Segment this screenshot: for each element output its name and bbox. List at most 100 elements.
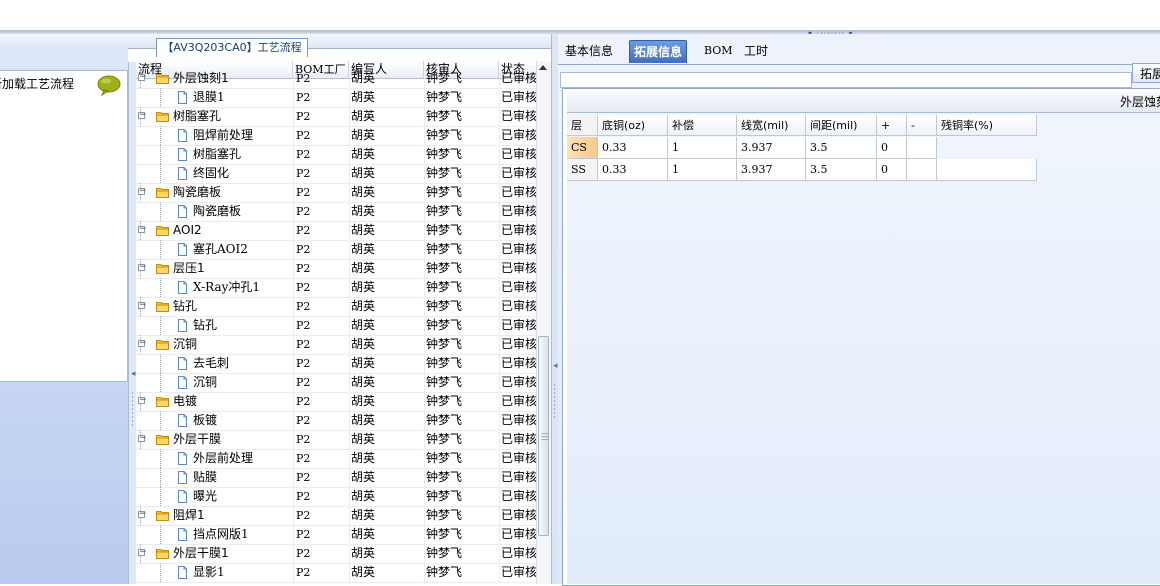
table-row[interactable]: 显影1 P2 胡英 钟梦飞 已审核 (136, 563, 537, 583)
tree-node-label[interactable]: 树脂塞孔 (173, 107, 221, 126)
cell-line-width[interactable]: 3.937 (737, 137, 806, 159)
tree-node-label[interactable]: 沉铜 (173, 335, 197, 354)
table-row[interactable]: 去毛刺 P2 胡英 钟梦飞 已审核 (136, 354, 537, 374)
table-row[interactable]: − 电镀 P2 胡英 钟梦飞 已审核 (136, 392, 537, 412)
table-row[interactable]: − AOI2 P2 胡英 钟梦飞 已审核 (136, 221, 537, 241)
collapse-toggle-icon[interactable]: − (138, 396, 147, 405)
column-header-plus[interactable]: + (877, 115, 907, 136)
table-row[interactable]: 挡点网版1 P2 胡英 钟梦飞 已审核 (136, 525, 537, 545)
table-row[interactable]: 终固化 P2 胡英 钟梦飞 已审核 (136, 164, 537, 184)
tree-node-label[interactable]: 终固化 (193, 164, 229, 183)
tree-node-label[interactable]: 外层前处理 (193, 449, 253, 468)
cell-line-width[interactable]: 3.937 (737, 159, 806, 181)
table-row[interactable]: − 外层干膜 P2 胡英 钟梦飞 已审核 (136, 430, 537, 450)
cell-minus[interactable] (907, 159, 937, 181)
scroll-thumb[interactable]: — — — (538, 336, 549, 536)
cell-minus[interactable] (907, 137, 937, 159)
tree-node-label[interactable]: X-Ray冲孔1 (193, 278, 260, 297)
cell-residual-copper[interactable] (937, 137, 1037, 159)
tree-node-label[interactable]: 陶瓷磨板 (173, 183, 221, 202)
cell-spacing[interactable]: 3.5 (806, 159, 877, 181)
table-row[interactable]: − 陶瓷磨板 P2 胡英 钟梦飞 已审核 (136, 183, 537, 203)
table-row[interactable]: − 沉铜 P2 胡英 钟梦飞 已审核 (136, 335, 537, 355)
tree-node-label[interactable]: 树脂塞孔 (193, 145, 241, 164)
tree-node-label[interactable]: 显影1 (193, 563, 225, 582)
tree-node-label[interactable]: 阻焊前处理 (193, 126, 253, 145)
cell-residual-copper[interactable] (937, 159, 1037, 181)
process-flow-tab[interactable]: 【AV3Q203CA0】工艺流程 (156, 38, 308, 57)
table-row[interactable]: 树脂塞孔 P2 胡英 钟梦飞 已审核 (136, 145, 537, 165)
tab-bom[interactable]: BOM (700, 40, 737, 62)
tree-node-label[interactable]: 外层干膜 (173, 430, 221, 449)
collapse-toggle-icon[interactable]: − (138, 225, 147, 234)
column-header-base-copper[interactable]: 底铜(oz) (598, 115, 668, 136)
table-row[interactable]: 沉铜 P2 胡英 钟梦飞 已审核 (136, 373, 537, 393)
tab-work-hours[interactable]: 工时 (740, 40, 772, 62)
table-row[interactable]: 陶瓷磨板 P2 胡英 钟梦飞 已审核 (136, 202, 537, 222)
tree-node-label[interactable]: 板镀 (193, 411, 217, 430)
reload-process-flow-link[interactable]: 新加载工艺流程 (0, 76, 100, 92)
collapse-toggle-icon[interactable]: − (138, 548, 147, 557)
tab-basic-info[interactable]: 基本信息 (561, 40, 617, 62)
tree-node-label[interactable]: 外层蚀刻1 (173, 69, 229, 88)
table-row[interactable]: − 外层干膜1 P2 胡英 钟梦飞 已审核 (136, 544, 537, 564)
table-row[interactable]: − 树脂塞孔 P2 胡英 钟梦飞 已审核 (136, 107, 537, 127)
column-header-line-width[interactable]: 线宽(mil) (737, 115, 806, 136)
table-row[interactable]: − 层压1 P2 胡英 钟梦飞 已审核 (136, 259, 537, 279)
cell-plus[interactable]: 0 (877, 159, 907, 181)
tree-node-label[interactable]: 退膜1 (193, 88, 225, 107)
column-header-compensation[interactable]: 补偿 (668, 115, 737, 136)
tree-node-label[interactable]: 阻焊1 (173, 506, 205, 525)
scroll-up-arrow-icon[interactable] (539, 65, 547, 70)
collapse-toggle-icon[interactable]: − (138, 301, 147, 310)
tree-node-label[interactable]: 电镀 (173, 392, 197, 411)
table-row[interactable]: X-Ray冲孔1 P2 胡英 钟梦飞 已审核 (136, 278, 537, 298)
table-row[interactable]: 外层前处理 P2 胡英 钟梦飞 已审核 (136, 449, 537, 469)
collapse-toggle-icon[interactable]: − (138, 263, 147, 272)
column-header-layer[interactable]: 层 (567, 115, 598, 136)
tree-node-label[interactable]: 外层干膜1 (173, 544, 229, 563)
table-row[interactable]: − 外层蚀刻1 P2 胡英 钟梦飞 已审核 (136, 69, 537, 89)
table-row[interactable]: 钻孔 P2 胡英 钟梦飞 已审核 (136, 316, 537, 336)
tree-node-label[interactable]: 陶瓷磨板 (193, 202, 241, 221)
table-row[interactable]: − 阻焊1 P2 胡英 钟梦飞 已审核 (136, 506, 537, 526)
column-header-residual-copper[interactable]: 残铜率(%) (937, 115, 1037, 136)
grid-vertical-scrollbar[interactable]: — — — (536, 61, 551, 584)
cell-spacing[interactable]: 3.5 (806, 137, 877, 159)
cell-base-copper[interactable]: 0.33 (598, 137, 668, 159)
column-header-spacing[interactable]: 间距(mil) (806, 115, 877, 136)
cell-base-copper[interactable]: 0.33 (598, 159, 668, 181)
cell-layer[interactable]: CS (567, 137, 598, 159)
collapse-toggle-icon[interactable]: − (138, 510, 147, 519)
tree-node-label[interactable]: 贴膜 (193, 468, 217, 487)
table-row[interactable]: 板镀 P2 胡英 钟梦飞 已审核 (136, 411, 537, 431)
collapse-toggle-icon[interactable]: − (138, 187, 147, 196)
cell-plus[interactable]: 0 (877, 137, 907, 159)
tree-node-label[interactable]: 沉铜 (193, 373, 217, 392)
table-row[interactable]: 曝光 P2 胡英 钟梦飞 已审核 (136, 487, 537, 507)
tree-node-label[interactable]: 塞孔AOI2 (193, 240, 248, 259)
collapse-toggle-icon[interactable]: − (138, 73, 147, 82)
speech-bubble-icon[interactable] (96, 74, 122, 97)
expand-button[interactable]: 拓展 (1132, 63, 1160, 83)
table-row[interactable]: − 钻孔 P2 胡英 钟梦飞 已审核 (136, 297, 537, 317)
cell-layer[interactable]: SS (567, 159, 598, 181)
table-row[interactable]: 退膜1 P2 胡英 钟梦飞 已审核 (136, 88, 537, 108)
tree-node-label[interactable]: 层压1 (173, 259, 205, 278)
tree-node-label[interactable]: 钻孔 (173, 297, 197, 316)
tree-node-label[interactable]: AOI2 (173, 221, 202, 240)
collapse-toggle-icon[interactable]: − (138, 434, 147, 443)
table-row[interactable]: 贴膜 P2 胡英 钟梦飞 已审核 (136, 468, 537, 488)
cell-compensation[interactable]: 1 (668, 159, 737, 181)
cell-compensation[interactable]: 1 (668, 137, 737, 159)
tree-node-label[interactable]: 挡点网版1 (193, 525, 249, 544)
tree-node-label[interactable]: 曝光 (193, 487, 217, 506)
table-row[interactable]: 阻焊前处理 P2 胡英 钟梦飞 已审核 (136, 126, 537, 146)
tab-extended-info[interactable]: 拓展信息 (629, 40, 688, 63)
table-row[interactable]: 塞孔AOI2 P2 胡英 钟梦飞 已审核 (136, 240, 537, 260)
collapse-toggle-icon[interactable]: − (138, 111, 147, 120)
tree-node-label[interactable]: 去毛刺 (193, 354, 229, 373)
column-header-minus[interactable]: - (907, 115, 937, 136)
collapse-toggle-icon[interactable]: − (138, 339, 147, 348)
tree-node-label[interactable]: 钻孔 (193, 316, 217, 335)
